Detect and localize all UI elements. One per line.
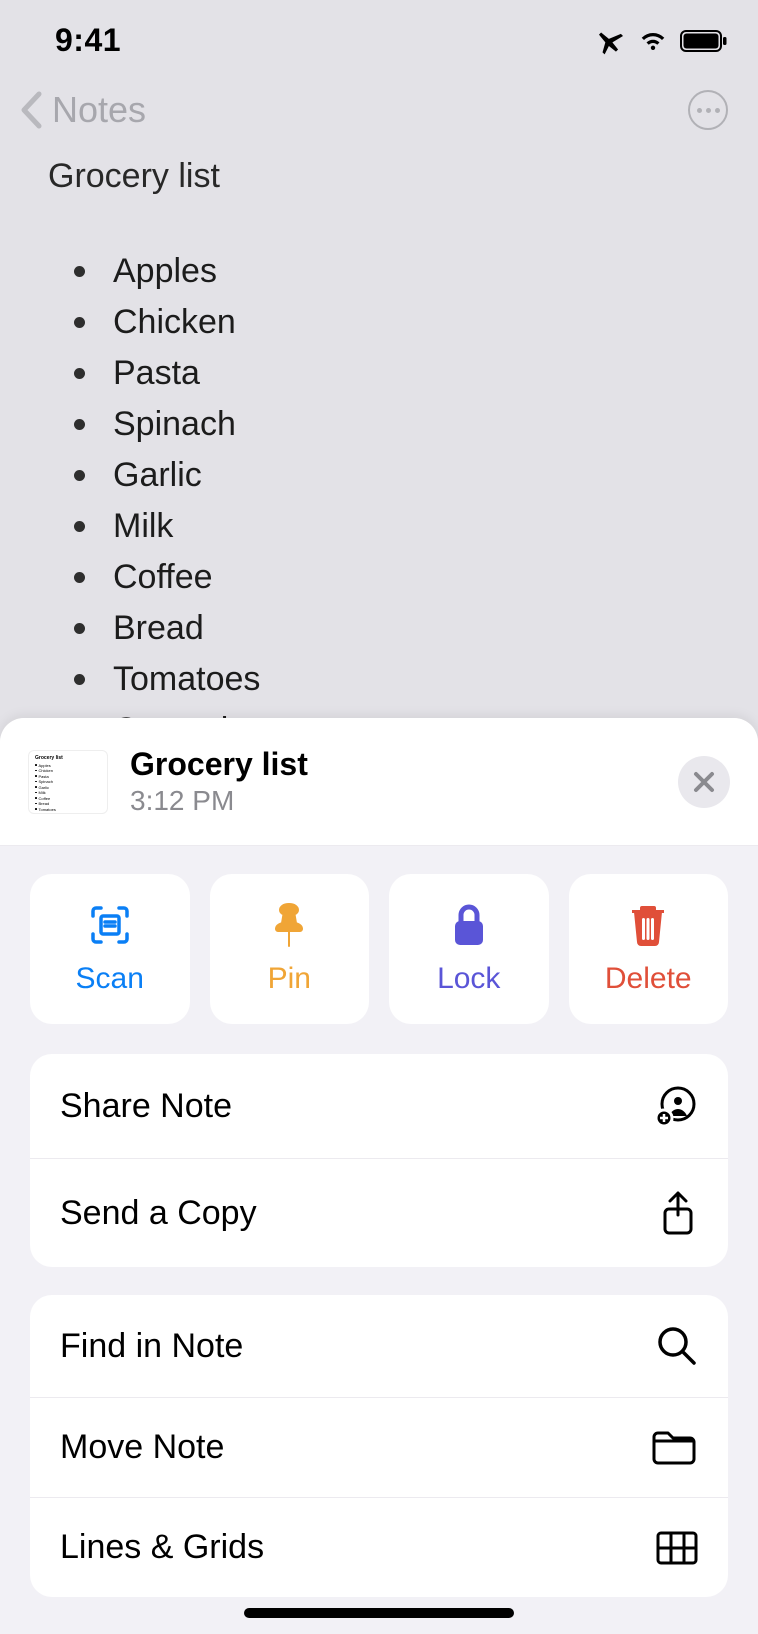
sheet-title: Grocery list — [130, 746, 678, 783]
pin-label: Pin — [268, 962, 311, 996]
share-note-label: Share Note — [60, 1087, 232, 1126]
find-label: Find in Note — [60, 1327, 243, 1366]
chevron-left-icon — [14, 89, 52, 131]
scan-button[interactable]: Scan — [30, 874, 190, 1024]
share-icon — [658, 1189, 698, 1237]
lines-grids-item[interactable]: Lines & Grids — [30, 1497, 728, 1597]
lines-label: Lines & Grids — [60, 1528, 264, 1567]
list-item: Coffee — [48, 558, 710, 597]
send-copy-item[interactable]: Send a Copy — [30, 1158, 728, 1267]
quick-actions-row: Scan Pin Lock — [30, 874, 728, 1024]
status-time: 9:41 — [55, 22, 121, 59]
lock-label: Lock — [437, 962, 500, 996]
grid-icon — [656, 1531, 698, 1565]
status-bar: 9:41 — [0, 0, 758, 71]
home-indicator[interactable] — [244, 1608, 514, 1618]
wifi-icon — [638, 30, 668, 52]
share-note-item[interactable]: Share Note — [30, 1054, 728, 1158]
back-label: Notes — [52, 89, 146, 131]
note-bullet-list: Apples Chicken Pasta Spinach Garlic Milk Coffe… — [48, 252, 710, 750]
note-content: Grocery list Apples Chicken Pasta Spinach Ga… — [0, 149, 758, 770]
sheet-header: Grocery list ApplesChickenPastaSpinachGa… — [0, 718, 758, 846]
delete-button[interactable]: Delete — [569, 874, 729, 1024]
move-label: Move Note — [60, 1428, 224, 1467]
nav-bar: Notes — [0, 71, 758, 149]
status-icons — [596, 27, 728, 55]
back-button[interactable]: Notes — [14, 89, 146, 131]
list-item: Bread — [48, 609, 710, 648]
move-note-item[interactable]: Move Note — [30, 1397, 728, 1497]
sheet-subtitle: 3:12 PM — [130, 785, 678, 817]
list-item: Pasta — [48, 354, 710, 393]
list-item: Apples — [48, 252, 710, 291]
close-button[interactable] — [678, 756, 730, 808]
close-icon — [692, 770, 716, 794]
lock-icon — [450, 902, 488, 948]
menu-group-share: Share Note Send a Copy — [30, 1054, 728, 1267]
list-item: Garlic — [48, 456, 710, 495]
search-icon — [656, 1325, 698, 1367]
ellipsis-icon — [697, 108, 720, 113]
more-button[interactable] — [688, 90, 728, 130]
pin-button[interactable]: Pin — [210, 874, 370, 1024]
folder-icon — [650, 1429, 698, 1467]
list-item: Tomatoes — [48, 660, 710, 699]
trash-icon — [628, 902, 668, 948]
scan-label: Scan — [76, 962, 144, 996]
battery-icon — [680, 30, 728, 52]
menu-group-edit: Find in Note Move Note Lines & Grids — [30, 1295, 728, 1597]
find-in-note-item[interactable]: Find in Note — [30, 1295, 728, 1397]
list-item: Spinach — [48, 405, 710, 444]
list-item: Milk — [48, 507, 710, 546]
send-copy-label: Send a Copy — [60, 1194, 257, 1233]
airplane-mode-icon — [596, 27, 626, 55]
lock-button[interactable]: Lock — [389, 874, 549, 1024]
note-thumbnail: Grocery list ApplesChickenPastaSpinachGa… — [28, 750, 108, 814]
note-title: Grocery list — [48, 157, 710, 196]
share-note-icon — [654, 1084, 698, 1128]
delete-label: Delete — [605, 962, 692, 996]
scan-icon — [87, 902, 133, 948]
pin-icon — [269, 902, 309, 948]
list-item: Chicken — [48, 303, 710, 342]
action-sheet: Grocery list ApplesChickenPastaSpinachGa… — [0, 718, 758, 1634]
